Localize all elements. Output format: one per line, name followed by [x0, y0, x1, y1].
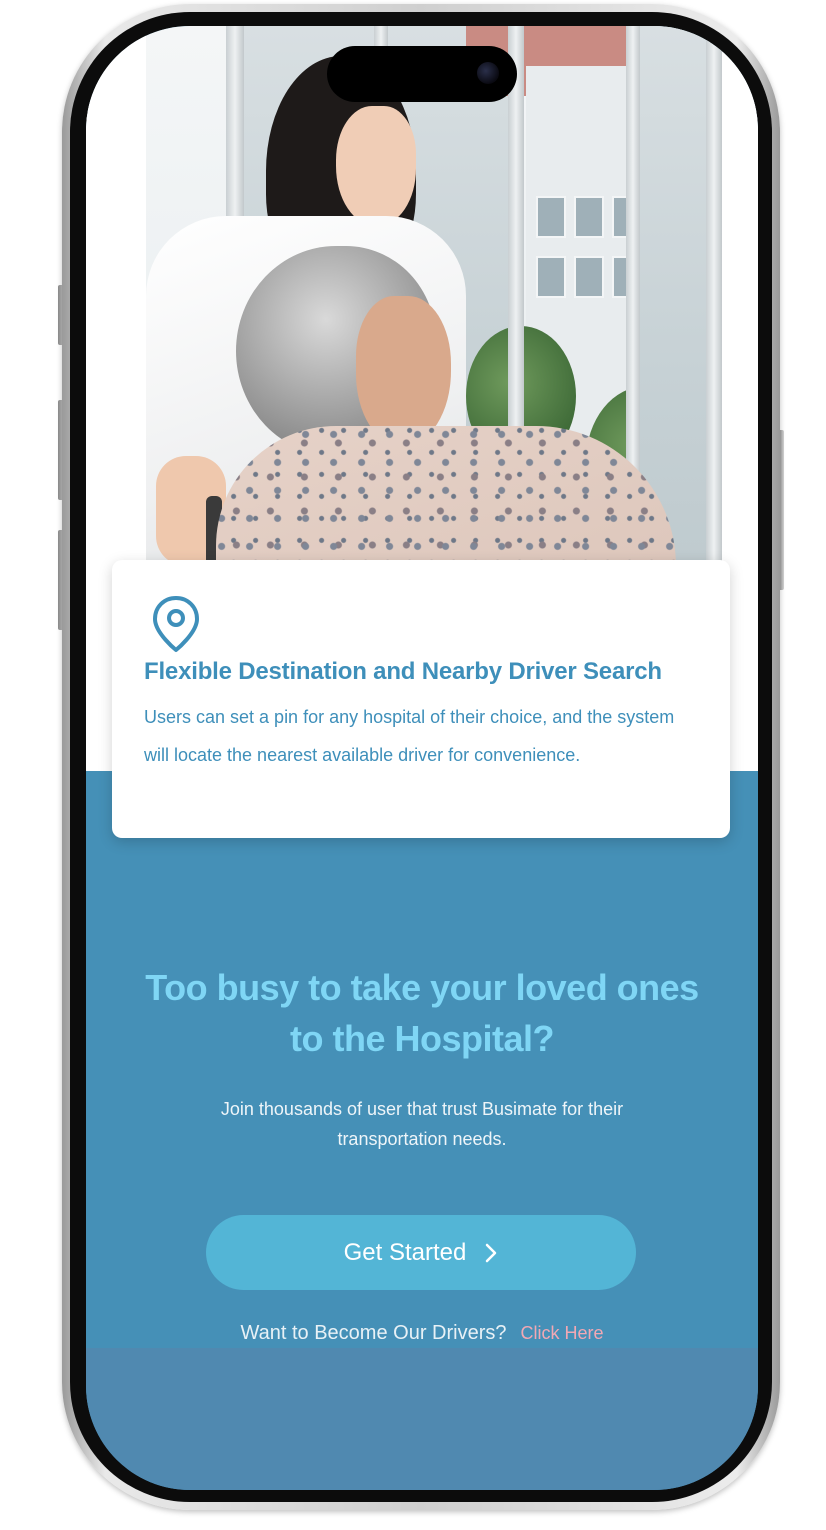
- driver-signup-row: Want to Become Our Drivers? Click Here: [86, 1322, 758, 1345]
- driver-signup-link[interactable]: Click Here: [521, 1323, 604, 1344]
- cta-heading: Too busy to take your loved ones to the …: [145, 967, 699, 1059]
- device-mockup: Flexible Destination and Nearby Driver S…: [0, 0, 826, 1530]
- get-started-label: Get Started: [343, 1238, 467, 1266]
- bottom-band: [86, 1348, 758, 1490]
- phone-screen: Flexible Destination and Nearby Driver S…: [86, 26, 758, 1490]
- chevron-right-icon: [486, 1243, 497, 1262]
- feature-description: Users can set a pin for any hospital of …: [144, 707, 675, 765]
- location-pin-icon: [153, 596, 199, 652]
- feature-title: Flexible Destination and Nearby Driver S…: [144, 658, 662, 685]
- get-started-button[interactable]: Get Started: [206, 1215, 636, 1290]
- dynamic-island: [327, 46, 517, 102]
- front-camera-icon: [477, 62, 499, 84]
- driver-signup-question: Want to Become Our Drivers?: [240, 1322, 507, 1344]
- feature-card: Flexible Destination and Nearby Driver S…: [112, 560, 730, 838]
- cta-subheading: Join thousands of user that trust Busima…: [220, 1099, 624, 1149]
